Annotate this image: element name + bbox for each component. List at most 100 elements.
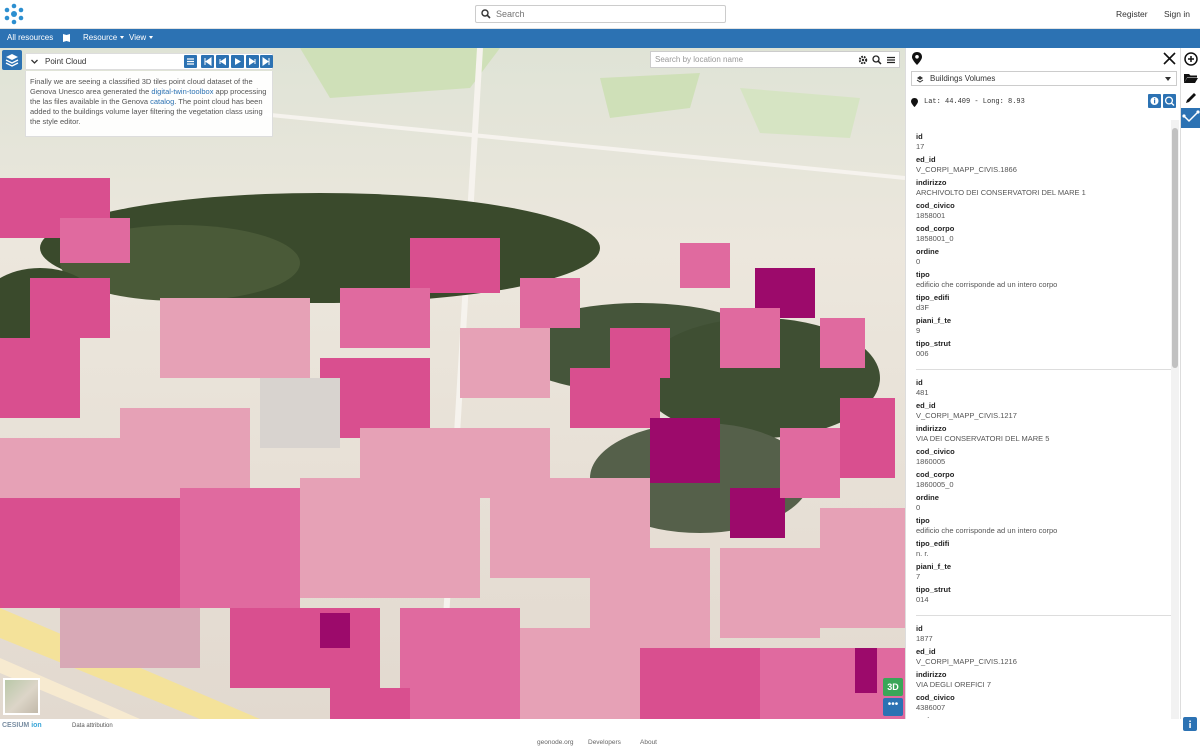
property-key: ed_id — [916, 155, 936, 164]
geonode-logo[interactable] — [3, 3, 25, 25]
attribution-info-button[interactable] — [1183, 717, 1197, 731]
property-field: ordine 0 — [916, 247, 1172, 270]
3d-scene[interactable] — [0, 48, 905, 719]
property-field: id 17 — [916, 132, 1172, 155]
property-value: ARCHIVOLTO DEI CONSERVATORI DEL MARE 1 — [916, 188, 1086, 197]
footer-developers-link[interactable]: Developers — [588, 739, 621, 746]
nav-bar: All resources Resource View — [0, 29, 1200, 48]
folder-open-icon[interactable] — [1183, 70, 1199, 86]
menu-icon[interactable] — [886, 55, 896, 65]
property-field: tipo_edifi d3F — [916, 293, 1172, 316]
property-key: id — [916, 378, 923, 387]
coordinates-bar: Lat: 44.409 - Long: 8.93 — [906, 94, 1181, 111]
nav-view-label: View — [129, 33, 147, 42]
add-circle-icon[interactable] — [1183, 51, 1199, 67]
property-value: 481 — [916, 388, 929, 397]
chevron-down-icon[interactable] — [31, 58, 38, 65]
property-value: 0 — [916, 257, 921, 266]
last-button[interactable] — [260, 55, 273, 68]
pencil-icon[interactable] — [1183, 90, 1199, 106]
property-key: cod_civico — [916, 447, 955, 456]
feature-properties: id 17 ed_id V_CORPI_MAPP_CIVIS.1866 indirizz… — [916, 132, 1172, 718]
property-key: piani_f_te — [916, 316, 952, 325]
nav-resource-menu[interactable]: Resource — [83, 33, 125, 42]
digital-twin-toolbox-link[interactable]: digital-twin-toolbox — [151, 87, 213, 96]
property-key: indirizzo — [916, 424, 947, 433]
property-value: edificio che corrisponde ad un intero co… — [916, 526, 1058, 535]
feature-record: id 17 ed_id V_CORPI_MAPP_CIVIS.1866 indirizz… — [916, 132, 1172, 370]
property-value: n. r. — [916, 549, 929, 558]
property-field: indirizzo VIA DEI CONSERVATORI DEL MARE 5 — [916, 424, 1172, 447]
property-field: cod_corpo — [916, 716, 1172, 718]
location-search[interactable]: Search by location name — [650, 51, 900, 68]
footer: geonode.org Developers About — [0, 733, 1200, 750]
layer-select[interactable]: Buildings Volumes — [911, 71, 1177, 86]
property-value: V_CORPI_MAPP_CIVIS.1217 — [916, 411, 1017, 420]
scrollbar[interactable] — [1171, 120, 1179, 719]
gear-icon[interactable] — [858, 55, 868, 65]
layers-toggle-button[interactable] — [2, 50, 22, 70]
property-key: piani_f_te — [916, 562, 952, 571]
register-link[interactable]: Register — [1116, 9, 1148, 19]
minimap[interactable] — [3, 678, 40, 715]
property-value: 1860005 — [916, 457, 946, 466]
search-icon[interactable] — [872, 55, 882, 65]
property-field: indirizzo VIA DEGLI OREFICI 7 — [916, 670, 1172, 693]
play-button[interactable] — [231, 55, 244, 68]
property-key: cod_corpo — [916, 716, 1172, 718]
nav-all-resources[interactable]: All resources — [7, 33, 53, 42]
zoom-to-feature-button[interactable] — [1163, 94, 1176, 108]
property-key: id — [916, 132, 923, 141]
catalog-link[interactable]: catalog — [150, 97, 174, 106]
scrollbar-thumb[interactable] — [1172, 128, 1178, 368]
property-value: VIA DEGLI OREFICI 7 — [916, 680, 992, 689]
3d-toggle-button[interactable]: 3D — [883, 678, 903, 696]
play-icon — [235, 58, 241, 65]
next-button[interactable] — [246, 55, 259, 68]
nav-view-menu[interactable]: View — [129, 33, 154, 42]
footer-about-link[interactable]: About — [640, 739, 657, 746]
list-button[interactable] — [184, 55, 197, 68]
cesium-ion-logo[interactable]: CESIUM ion — [2, 722, 42, 729]
property-key: tipo_edifi — [916, 293, 950, 302]
property-value: 17 — [916, 142, 925, 151]
property-field: ed_id V_CORPI_MAPP_CIVIS.1866 — [916, 155, 1172, 178]
property-field: tipo_strut 014 — [916, 585, 1172, 608]
map-marker-icon — [912, 52, 922, 65]
property-key: cod_civico — [916, 201, 955, 210]
footer-geonode-link[interactable]: geonode.org — [537, 739, 574, 746]
identify-header — [906, 48, 1181, 70]
property-key: ed_id — [916, 401, 936, 410]
zoom-icon — [1164, 96, 1175, 107]
more-options-button[interactable]: ••• — [883, 698, 903, 716]
first-button[interactable] — [201, 55, 214, 68]
close-icon[interactable] — [1163, 52, 1176, 65]
book-icon[interactable] — [62, 33, 71, 43]
info-button[interactable] — [1148, 94, 1161, 108]
search-input[interactable] — [496, 6, 721, 22]
global-search[interactable] — [475, 5, 726, 23]
property-field: indirizzo ARCHIVOLTO DEI CONSERVATORI DEL… — [916, 178, 1172, 201]
tool-strip — [1180, 48, 1200, 731]
property-value: 9 — [916, 326, 921, 335]
map-marker-icon — [911, 98, 918, 107]
panel-title: Point Cloud — [45, 57, 87, 66]
property-key: tipo_edifi — [916, 539, 950, 548]
property-value: 014 — [916, 595, 929, 604]
story-panel-header: Point Cloud — [25, 53, 273, 70]
property-key: tipo — [916, 516, 930, 525]
property-field: tipo edificio che corrisponde ad un inter… — [916, 270, 1172, 293]
map-viewer[interactable]: Point Cloud Finally we are seeing a clas… — [0, 48, 905, 719]
property-key: ordine — [916, 247, 939, 256]
location-search-placeholder: Search by location name — [655, 55, 744, 64]
property-field: id 1877 — [916, 624, 1172, 647]
measure-tool-button[interactable] — [1181, 108, 1200, 128]
data-attribution-link[interactable]: Data attribution — [72, 723, 113, 729]
property-key: ed_id — [916, 647, 936, 656]
step-forward-icon — [249, 57, 256, 66]
previous-button[interactable] — [216, 55, 229, 68]
feature-record: id 1877 ed_id V_CORPI_MAPP_CIVIS.1216 indiri… — [916, 624, 1172, 718]
signin-link[interactable]: Sign in — [1164, 9, 1190, 19]
chevron-down-icon — [120, 36, 125, 40]
property-value: 0 — [916, 503, 921, 512]
